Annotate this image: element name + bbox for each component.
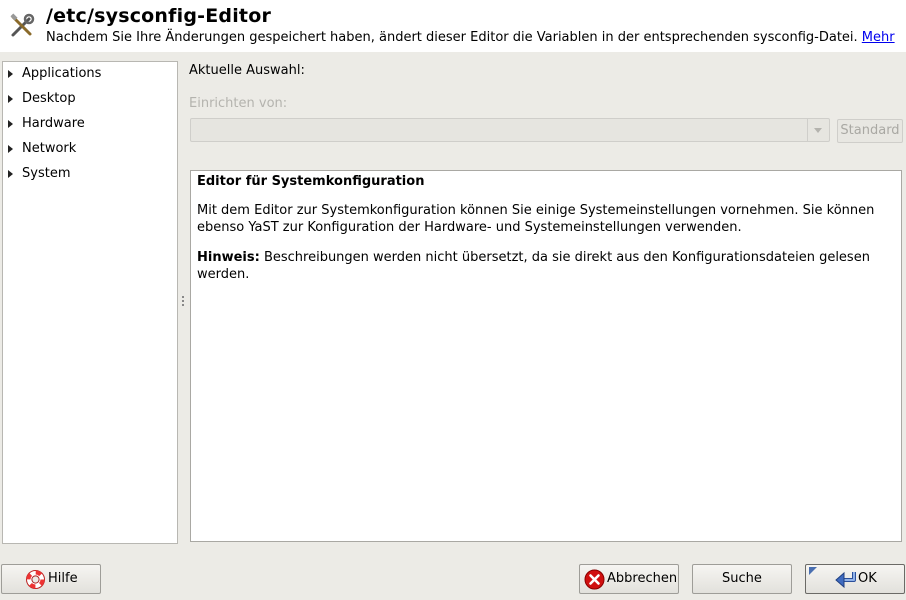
expand-arrow-icon[interactable]: [8, 120, 13, 128]
note-label: Hinweis:: [197, 250, 260, 265]
tree-item-label: Hardware: [22, 116, 85, 131]
standard-button: Standard: [837, 119, 903, 143]
expand-arrow-icon[interactable]: [8, 145, 13, 153]
tree-item-applications[interactable]: Applications: [3, 63, 177, 85]
ok-button-label: OK: [858, 571, 877, 586]
tree-item-hardware[interactable]: Hardware: [3, 113, 177, 135]
note-text: Beschreibungen werden nicht übersetzt, d…: [197, 250, 870, 282]
help-button-label: Hilfe: [48, 571, 78, 586]
tree-item-label: System: [22, 166, 71, 181]
ok-button[interactable]: OK: [805, 564, 905, 594]
search-button[interactable]: Suche: [692, 564, 792, 594]
dropdown-button: [807, 119, 829, 141]
subtitle-text: Nachdem Sie Ihre Änderungen gespeichert …: [46, 30, 858, 45]
chevron-down-icon: [814, 128, 822, 133]
help-note: Hinweis: Beschreibungen werden nicht übe…: [197, 249, 895, 283]
help-text-panel: Editor für Systemkonfiguration Mit dem E…: [190, 170, 902, 542]
tree-item-label: Network: [22, 141, 77, 156]
tree-item-desktop[interactable]: Desktop: [3, 88, 177, 110]
expand-arrow-icon[interactable]: [8, 170, 13, 178]
setup-from-select: [190, 118, 830, 142]
page-title: /etc/sysconfig-Editor: [46, 5, 272, 27]
pane-splitter[interactable]: [181, 296, 185, 310]
tools-icon: [10, 13, 35, 37]
category-tree[interactable]: Applications Desktop Hardware Network Sy…: [2, 61, 178, 544]
setup-from-label: Einrichten von:: [189, 96, 288, 111]
tree-item-label: Desktop: [22, 91, 76, 106]
cancel-icon: [584, 569, 605, 590]
abort-button-label: Abbrechen: [607, 571, 678, 586]
abort-button[interactable]: Abbrechen: [579, 564, 679, 594]
lifebuoy-icon: [26, 570, 45, 589]
expand-arrow-icon[interactable]: [8, 95, 13, 103]
help-title: Editor für Systemkonfiguration: [197, 174, 425, 189]
help-button[interactable]: Hilfe: [1, 564, 101, 594]
header: /etc/sysconfig-Editor Nachdem Sie Ihre Ä…: [0, 0, 906, 52]
tree-item-network[interactable]: Network: [3, 138, 177, 160]
current-selection-label: Aktuelle Auswahl:: [189, 63, 305, 78]
tree-item-system[interactable]: System: [3, 163, 177, 185]
more-link[interactable]: Mehr: [862, 30, 895, 45]
expand-arrow-icon[interactable]: [8, 70, 13, 78]
default-corner-icon: [809, 567, 817, 575]
tree-item-label: Applications: [22, 66, 102, 81]
page-subtitle: Nachdem Sie Ihre Änderungen gespeichert …: [46, 30, 895, 45]
search-button-label: Suche: [722, 571, 762, 586]
enter-arrow-icon: [835, 571, 856, 589]
help-paragraph: Mit dem Editor zur Systemkonfiguration k…: [197, 203, 875, 235]
